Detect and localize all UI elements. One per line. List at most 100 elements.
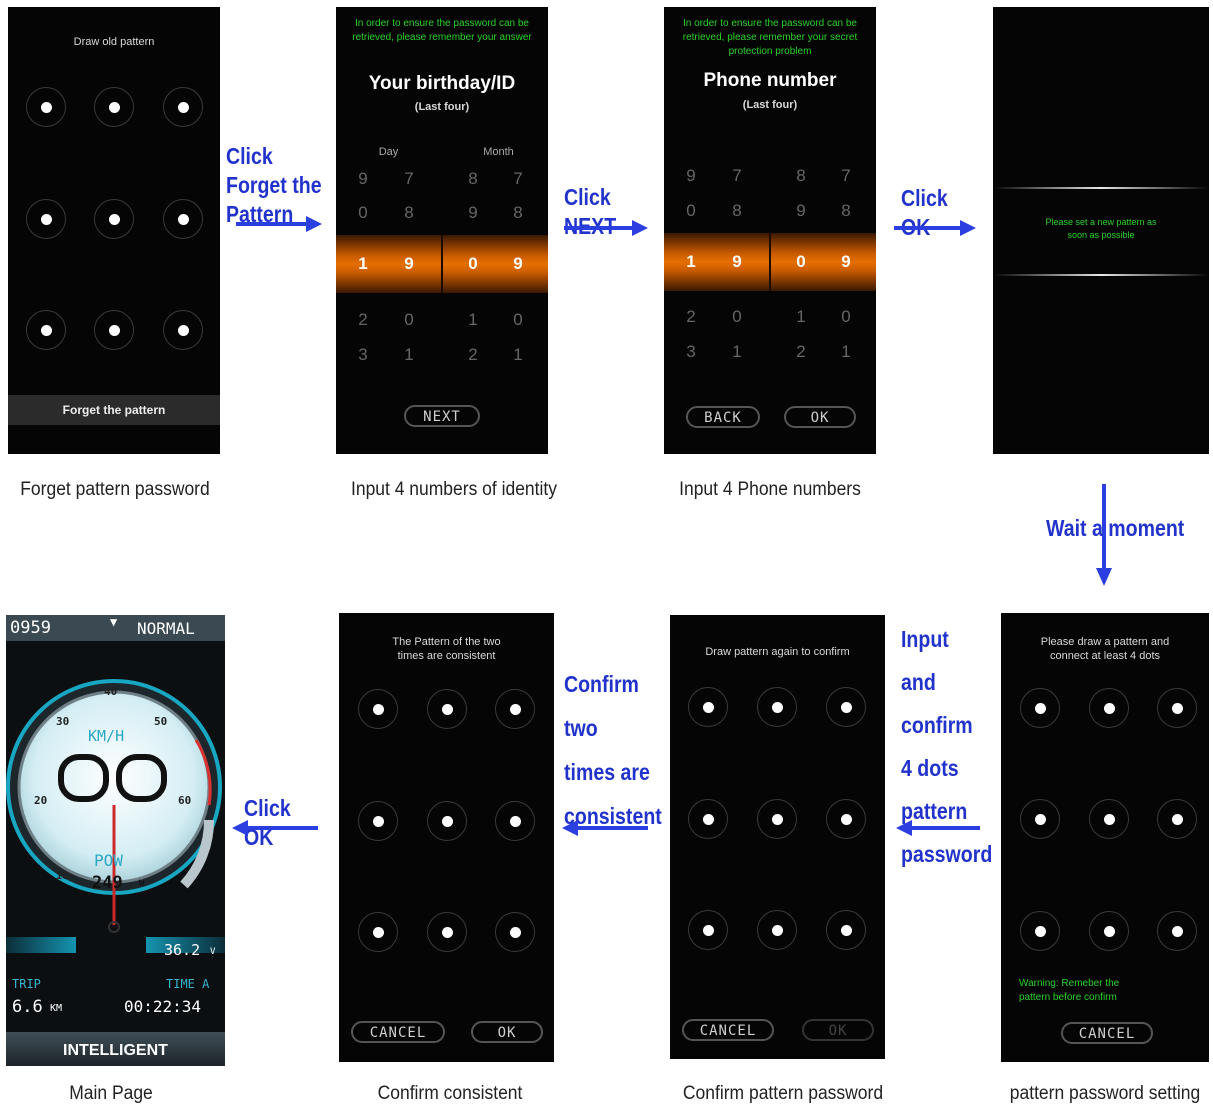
pattern-dot[interactable] — [1089, 911, 1129, 951]
digit[interactable]: 1 — [791, 307, 811, 327]
pattern-dot[interactable] — [1020, 799, 1060, 839]
digit[interactable]: 7 — [508, 169, 528, 189]
digit[interactable]: 8 — [836, 201, 856, 221]
trip-value: 6.6 — [12, 997, 43, 1017]
pattern-dot[interactable] — [688, 799, 728, 839]
next-button[interactable]: NEXT — [404, 405, 480, 427]
digit-selected[interactable]: 1 — [353, 254, 373, 274]
pattern-dot[interactable] — [26, 87, 66, 127]
pattern-dot[interactable] — [358, 689, 398, 729]
pattern-dot[interactable] — [757, 687, 797, 727]
ok-button[interactable]: OK — [471, 1021, 543, 1043]
screen-birthday-id: In order to ensure the password can be r… — [336, 7, 548, 454]
digit[interactable]: 2 — [791, 342, 811, 362]
time-value: 00:22:34 — [124, 997, 202, 1016]
ok-button[interactable]: OK — [802, 1019, 874, 1041]
digit-selected[interactable]: 9 — [727, 252, 747, 272]
digit[interactable]: 8 — [727, 201, 747, 221]
cancel-button[interactable]: CANCEL — [351, 1021, 445, 1043]
pattern-dot[interactable] — [688, 687, 728, 727]
digit[interactable]: 9 — [791, 201, 811, 221]
pattern-dot[interactable] — [1157, 688, 1197, 728]
pattern-dot[interactable] — [826, 910, 866, 950]
pattern-dot[interactable] — [94, 310, 134, 350]
pattern-dot[interactable] — [1089, 799, 1129, 839]
pattern-dot[interactable] — [1020, 911, 1060, 951]
pattern-dot[interactable] — [358, 801, 398, 841]
pattern-dot[interactable] — [94, 199, 134, 239]
digit[interactable]: 0 — [353, 203, 373, 223]
digit-selected[interactable]: 9 — [836, 252, 856, 272]
digit[interactable]: 3 — [353, 345, 373, 365]
pattern-dot[interactable] — [358, 912, 398, 952]
pattern-dot[interactable] — [1157, 911, 1197, 951]
pattern-dot[interactable] — [495, 689, 535, 729]
pattern-dot[interactable] — [688, 910, 728, 950]
arrow-left-icon — [896, 820, 980, 836]
pattern-dot[interactable] — [757, 799, 797, 839]
digit[interactable]: 7 — [727, 166, 747, 186]
chevron-down-icon[interactable]: ▼ — [110, 615, 117, 629]
digit[interactable]: 7 — [399, 169, 419, 189]
power-label: POW — [94, 851, 123, 870]
ok-button[interactable]: OK — [784, 406, 856, 428]
pattern-dot[interactable] — [163, 310, 203, 350]
pattern-dot[interactable] — [427, 801, 467, 841]
digit[interactable]: 1 — [508, 345, 528, 365]
digit[interactable]: 8 — [463, 169, 483, 189]
digit-selected[interactable]: 0 — [791, 252, 811, 272]
pattern-dot[interactable] — [26, 199, 66, 239]
divider-line — [993, 187, 1209, 189]
digit-selected[interactable]: 1 — [681, 252, 701, 272]
pattern-dot[interactable] — [757, 910, 797, 950]
digit-selected[interactable]: 0 — [463, 254, 483, 274]
digit[interactable]: 1 — [463, 310, 483, 330]
digit[interactable]: 0 — [399, 310, 419, 330]
digit[interactable]: 1 — [399, 345, 419, 365]
digit[interactable]: 0 — [681, 201, 701, 221]
digit[interactable]: 3 — [681, 342, 701, 362]
pattern-dot[interactable] — [427, 689, 467, 729]
caption-main-page: Main Page — [69, 1083, 153, 1104]
pattern-dot[interactable] — [495, 912, 535, 952]
back-button[interactable]: BACK — [686, 406, 760, 428]
digit-selected[interactable]: 9 — [508, 254, 528, 274]
pattern-dot[interactable] — [826, 799, 866, 839]
digit[interactable]: 1 — [727, 342, 747, 362]
digit[interactable]: 2 — [353, 310, 373, 330]
brand-label: INTELLIGENT — [63, 1042, 168, 1059]
caption-confirm-consistent: Confirm consistent — [377, 1083, 523, 1104]
pattern-dot[interactable] — [1089, 688, 1129, 728]
ride-mode[interactable]: NORMAL — [137, 619, 195, 638]
digit[interactable]: 0 — [508, 310, 528, 330]
digit[interactable]: 0 — [727, 307, 747, 327]
digit[interactable]: 0 — [836, 307, 856, 327]
pattern-dot[interactable] — [826, 687, 866, 727]
tick-label-40: 40 — [104, 685, 118, 698]
digit[interactable]: 2 — [681, 307, 701, 327]
cancel-button[interactable]: CANCEL — [1061, 1022, 1153, 1044]
digit-selected[interactable]: 9 — [399, 254, 419, 274]
digit[interactable]: 1 — [836, 342, 856, 362]
digit[interactable]: 9 — [353, 169, 373, 189]
digit[interactable]: 9 — [463, 203, 483, 223]
pattern-dot[interactable] — [163, 87, 203, 127]
cancel-button[interactable]: CANCEL — [682, 1019, 774, 1041]
digit[interactable]: 8 — [508, 203, 528, 223]
forget-pattern-button[interactable]: Forget the pattern — [8, 395, 220, 425]
pattern-dot[interactable] — [427, 912, 467, 952]
pattern-dot[interactable] — [94, 87, 134, 127]
caption-forget-pattern: Forget pattern password — [20, 479, 210, 500]
digit[interactable]: 7 — [836, 166, 856, 186]
digit[interactable]: 8 — [399, 203, 419, 223]
pattern-dot[interactable] — [26, 310, 66, 350]
pattern-dot[interactable] — [163, 199, 203, 239]
digit[interactable]: 9 — [681, 166, 701, 186]
pattern-dot[interactable] — [495, 801, 535, 841]
pattern-dot[interactable] — [1157, 799, 1197, 839]
pattern-dot[interactable] — [1020, 688, 1060, 728]
screen-phone-number: In order to ensure the password can be r… — [664, 7, 876, 454]
digit[interactable]: 2 — [463, 345, 483, 365]
digit[interactable]: 8 — [791, 166, 811, 186]
screen-title: The Pattern of the two times are consist… — [392, 636, 501, 663]
